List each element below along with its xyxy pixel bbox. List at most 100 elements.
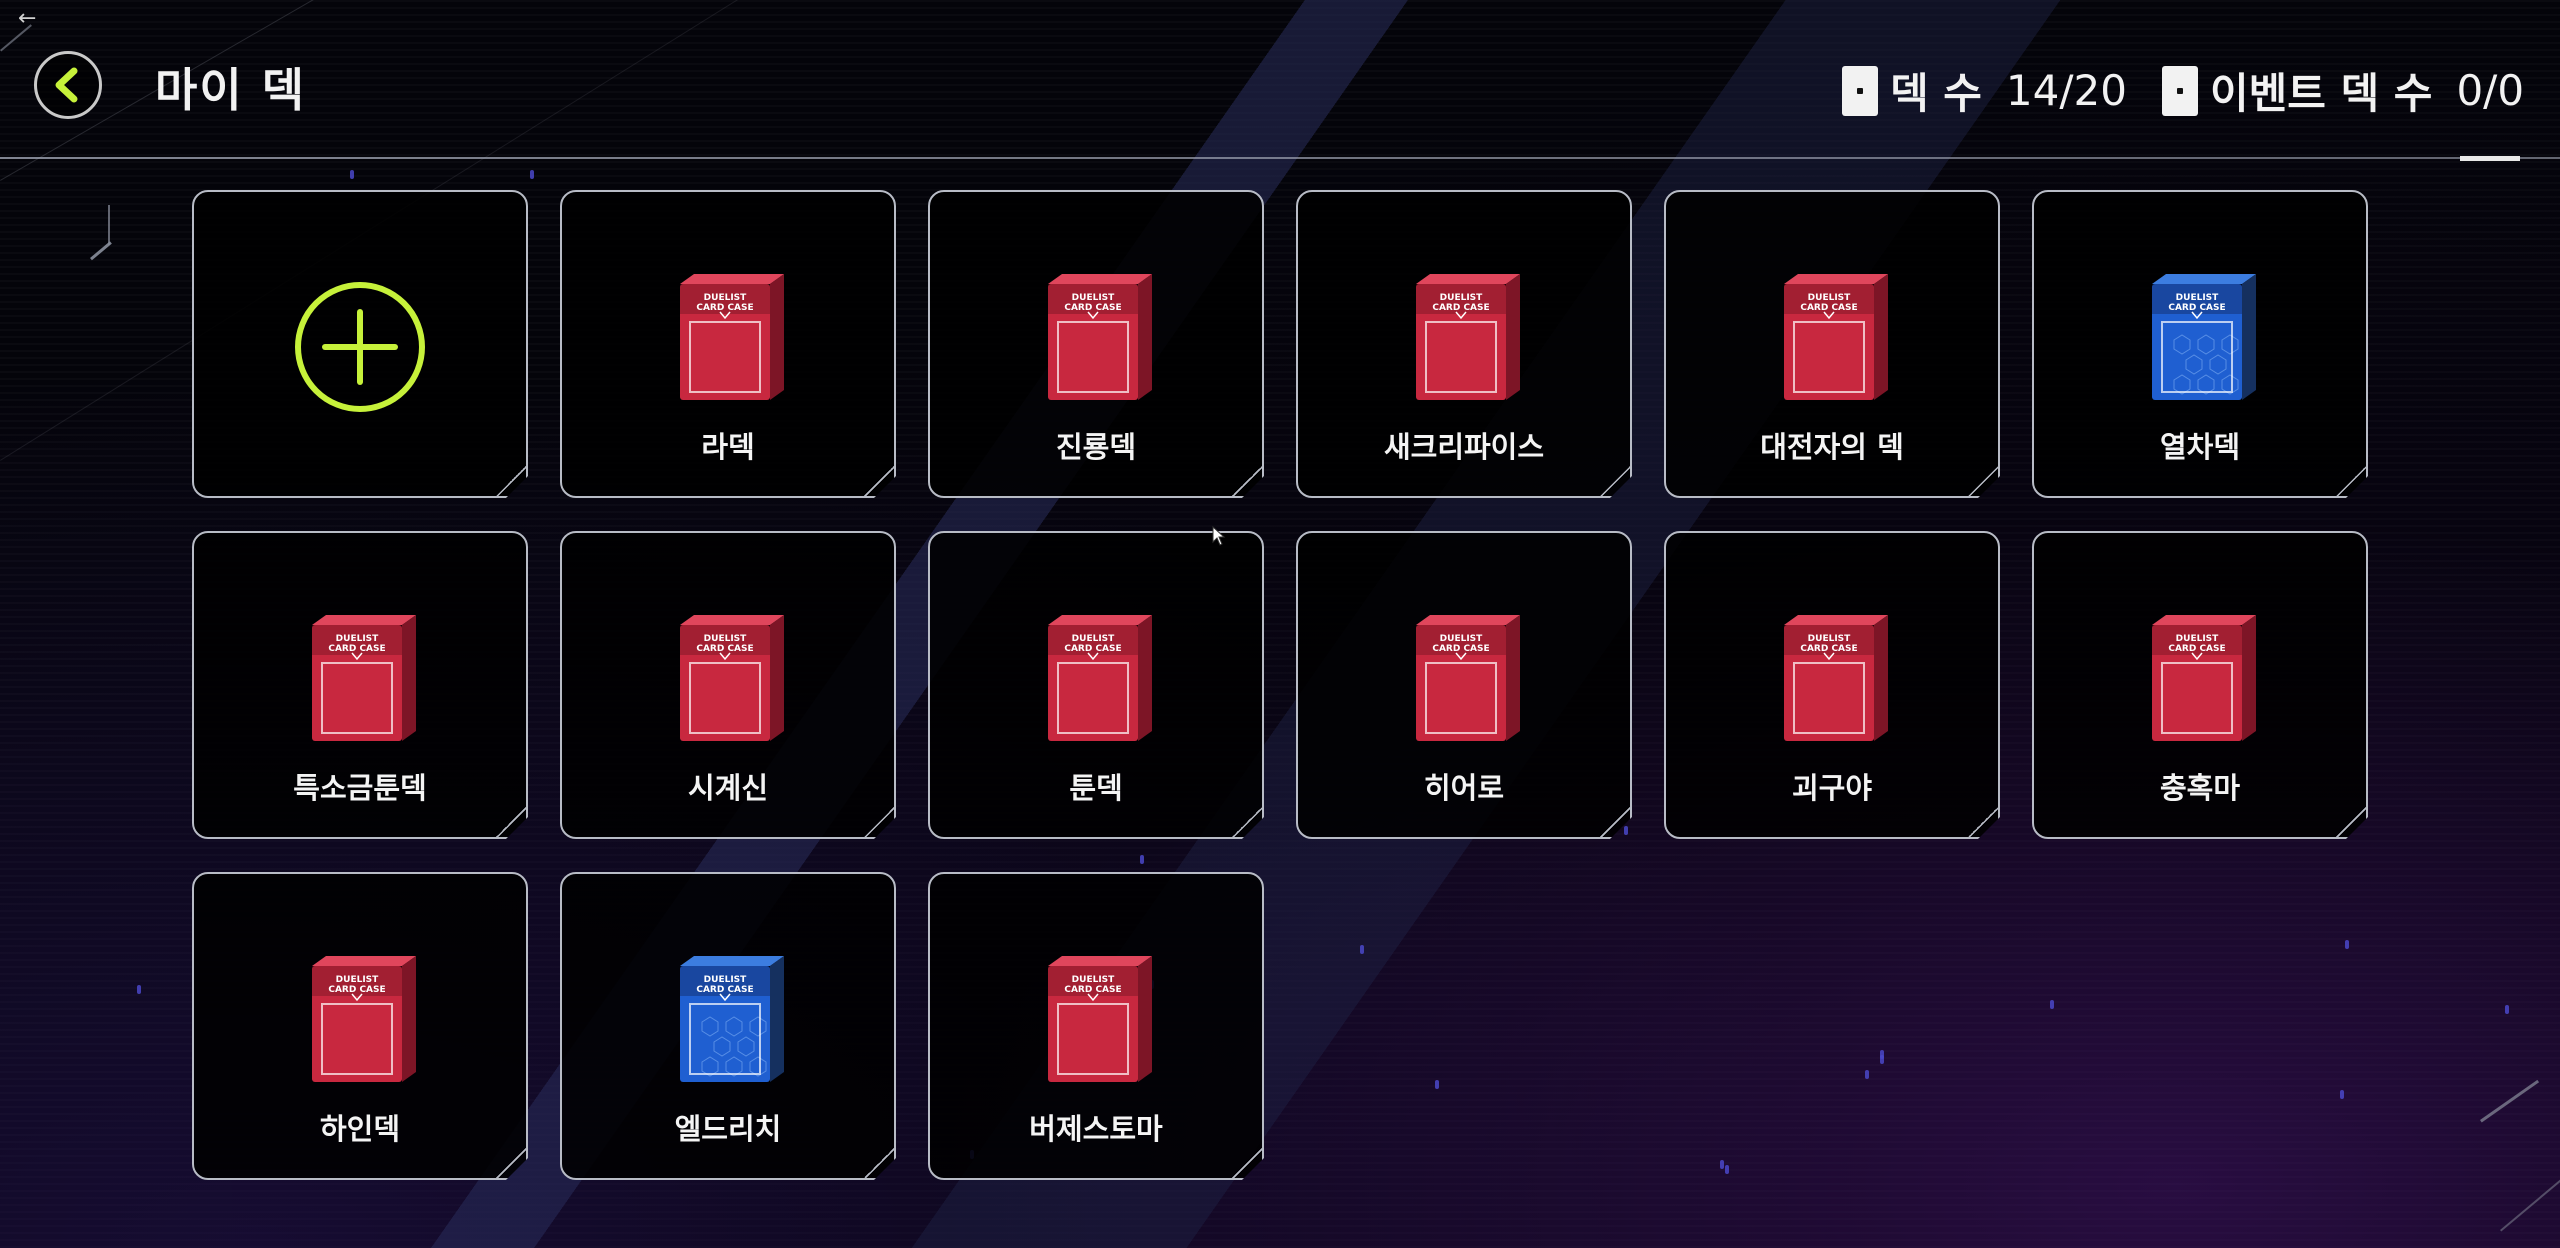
background-spark: [2050, 1000, 2054, 1009]
header-accent-bar: [2460, 156, 2520, 161]
background-spark: [530, 170, 534, 179]
svg-text:CARD CASE: CARD CASE: [1064, 985, 1121, 995]
deck-box-icon: DUELISTCARD CASE: [2146, 270, 2258, 404]
svg-text:CARD CASE: CARD CASE: [1432, 644, 1489, 654]
card-icon: [2162, 65, 2198, 116]
deck-count-value: 14/20: [2005, 66, 2127, 115]
svg-text:DUELIST: DUELIST: [1072, 975, 1115, 985]
tile-corner-cut: [1230, 805, 1264, 839]
svg-text:DUELIST: DUELIST: [1440, 293, 1483, 303]
plus-circle-icon: [293, 280, 427, 414]
deck-name: 괴구야: [1791, 771, 1873, 805]
deck-box-icon: DUELISTCARD CASE: [1778, 270, 1890, 404]
svg-text:CARD CASE: CARD CASE: [1800, 644, 1857, 654]
deck-tile[interactable]: DUELIST CARD CASE 새크리파이스: [1296, 190, 1632, 498]
svg-text:CARD CASE: CARD CASE: [2168, 644, 2225, 654]
tile-corner-cut: [494, 1146, 528, 1180]
deck-box-icon: DUELISTCARD CASE: [674, 611, 786, 745]
background-spark: [137, 985, 141, 994]
background-spark: [1865, 1070, 1869, 1079]
deck-box-icon: DUELISTCARD CASE: [1042, 952, 1154, 1086]
deck-name: 충혹마: [2159, 771, 2241, 805]
background-spark: [1435, 1080, 1439, 1089]
deck-tile[interactable]: DUELIST CARD CASE 라덱: [560, 190, 896, 498]
svg-text:CARD CASE: CARD CASE: [1064, 644, 1121, 654]
deck-tile[interactable]: DUELIST CARD CASE 충혹마: [2032, 531, 2368, 839]
header-divider: [0, 157, 2560, 159]
svg-text:DUELIST: DUELIST: [1808, 293, 1851, 303]
deck-box-icon: DUELISTCARD CASE: [1778, 611, 1890, 745]
back-button[interactable]: [34, 51, 102, 119]
svg-text:DUELIST: DUELIST: [1440, 634, 1483, 644]
chevron-left-icon: [55, 67, 78, 103]
background-spark: [1725, 1165, 1729, 1174]
deck-name: 히어로: [1423, 771, 1505, 805]
background-spark: [1624, 826, 1628, 835]
add-deck-button[interactable]: [192, 190, 528, 498]
svg-text:CARD CASE: CARD CASE: [328, 985, 385, 995]
deck-box-icon: DUELISTCARD CASE: [1042, 611, 1154, 745]
deck-tile[interactable]: DUELIST CARD CASE 히어로: [1296, 531, 1632, 839]
svg-text:DUELIST: DUELIST: [1072, 634, 1115, 644]
deck-box-icon: DUELISTCARD CASE: [1410, 270, 1522, 404]
svg-text:CARD CASE: CARD CASE: [696, 303, 753, 313]
svg-text:CARD CASE: CARD CASE: [1064, 303, 1121, 313]
deck-tile[interactable]: DUELIST CARD CASE 대전자의 덱: [1664, 190, 2000, 498]
tile-corner-cut: [494, 464, 528, 498]
svg-text:DUELIST: DUELIST: [336, 975, 379, 985]
tile-corner-cut: [2334, 805, 2368, 839]
deck-name: 라덱: [701, 430, 755, 464]
deck-name: 진룡덱: [1055, 430, 1137, 464]
corner-back-arrow-icon[interactable]: ←: [18, 6, 36, 31]
svg-text:DUELIST: DUELIST: [704, 634, 747, 644]
deck-box-icon: DUELISTCARD CASE: [1042, 270, 1154, 404]
background-spark: [1720, 1160, 1724, 1169]
deck-name: 버제스토마: [1029, 1112, 1163, 1146]
deck-tile[interactable]: DUELIST CARD CASE 특소금툰덱: [192, 531, 528, 839]
deck-tile[interactable]: DUELIST CARD CASE 진룡덱: [928, 190, 1264, 498]
decorative-line: [108, 205, 110, 245]
svg-text:DUELIST: DUELIST: [704, 975, 747, 985]
deck-name: 시계신: [687, 771, 769, 805]
deck-tile[interactable]: DUELIST CARD CASE 툰덱: [928, 531, 1264, 839]
svg-text:CARD CASE: CARD CASE: [1800, 303, 1857, 313]
deck-tile[interactable]: DUELIST CARD CASE 엘드리치: [560, 872, 896, 1180]
tile-corner-cut: [1966, 805, 2000, 839]
svg-text:DUELIST: DUELIST: [2176, 293, 2219, 303]
svg-text:CARD CASE: CARD CASE: [696, 644, 753, 654]
background-spark: [1140, 855, 1144, 864]
deck-name: 대전자의 덱: [1760, 430, 1904, 464]
background-spark: [2345, 940, 2349, 949]
svg-text:DUELIST: DUELIST: [336, 634, 379, 644]
svg-text:DUELIST: DUELIST: [1808, 634, 1851, 644]
svg-text:CARD CASE: CARD CASE: [1432, 303, 1489, 313]
deck-box-icon: DUELISTCARD CASE: [306, 952, 418, 1086]
svg-text:DUELIST: DUELIST: [1072, 293, 1115, 303]
tile-corner-cut: [1966, 464, 2000, 498]
tile-corner-cut: [1230, 1146, 1264, 1180]
background-spark: [2340, 1090, 2344, 1099]
deck-tile[interactable]: DUELIST CARD CASE 버제스토마: [928, 872, 1264, 1180]
card-icon: [1842, 65, 1878, 116]
event-deck-count: 이벤트 덱 수 0/0: [2162, 60, 2524, 121]
background-spark: [1360, 945, 1364, 954]
deck-name: 특소금툰덱: [293, 771, 427, 805]
svg-text:CARD CASE: CARD CASE: [696, 985, 753, 995]
deck-tile[interactable]: DUELIST CARD CASE 시계신: [560, 531, 896, 839]
svg-text:CARD CASE: CARD CASE: [328, 644, 385, 654]
mouse-cursor-icon: [1212, 526, 1226, 546]
deck-name: 열차덱: [2159, 430, 2241, 464]
decorative-line: [2500, 1178, 2560, 1232]
tile-corner-cut: [1598, 464, 1632, 498]
tile-corner-cut: [862, 464, 896, 498]
deck-tile[interactable]: DUELIST CARD CASE 하인덱: [192, 872, 528, 1180]
decorative-line: [90, 241, 112, 261]
deck-box-icon: DUELISTCARD CASE: [2146, 611, 2258, 745]
deck-tile[interactable]: DUELIST CARD CASE 괴구야: [1664, 531, 2000, 839]
svg-text:DUELIST: DUELIST: [2176, 634, 2219, 644]
background-spark: [1880, 1055, 1884, 1064]
tile-corner-cut: [1230, 464, 1264, 498]
tile-corner-cut: [862, 805, 896, 839]
deck-tile[interactable]: DUELIST CARD CASE 열차덱: [2032, 190, 2368, 498]
event-deck-count-label: 이벤트 덱 수: [2210, 69, 2433, 118]
